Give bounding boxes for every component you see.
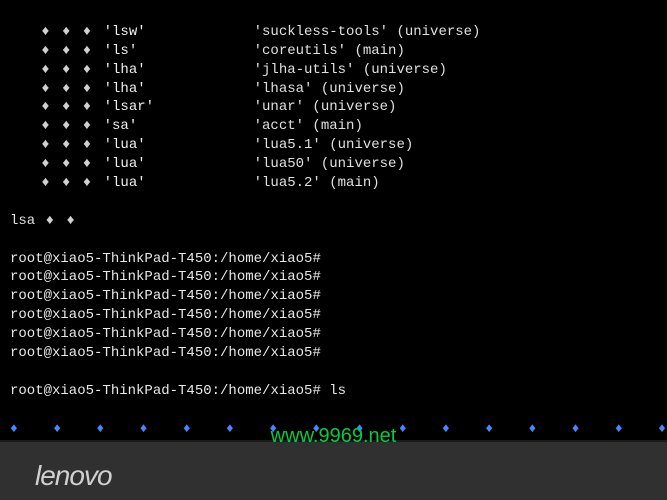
diamond-icon: ♦ ♦ ♦: [10, 174, 104, 193]
suggestion-pkg: 'lua5.2' (main): [254, 174, 380, 193]
suggestion-row: ♦ ♦ ♦ 'lsw''suckless-tools' (universe): [10, 23, 657, 42]
prompt-line: root@xiao5-ThinkPad-T450:/home/xiao5#: [10, 250, 657, 269]
suggestion-cmd: 'lha': [104, 61, 254, 80]
lenovo-logo: lenovo: [35, 460, 112, 492]
suggestion-row: ♦ ♦ ♦ 'lua''lua50' (universe): [10, 155, 657, 174]
suggestion-cmd: 'lha': [104, 80, 254, 99]
suggestion-row: ♦ ♦ ♦ 'sa''acct' (main): [10, 117, 657, 136]
prompt-line: root@xiao5-ThinkPad-T450:/home/xiao5#: [10, 344, 657, 363]
diamond-icon: ♦ ♦ ♦: [10, 117, 104, 136]
suggestion-pkg: 'coreutils' (main): [254, 42, 405, 61]
prompt-line: root@xiao5-ThinkPad-T450:/home/xiao5#: [10, 287, 657, 306]
diamond-icon: ♦ ♦ ♦: [10, 136, 104, 155]
suggestion-row: ♦ ♦ ♦ 'lua''lua5.2' (main): [10, 174, 657, 193]
suggestion-pkg: 'lua50' (universe): [254, 155, 405, 174]
suggestion-cmd: 'lsar': [104, 98, 254, 117]
suggestion-cmd: 'sa': [104, 117, 254, 136]
diamond-icon: ♦ ♦: [35, 213, 77, 229]
prompt-line: root@xiao5-ThinkPad-T450:/home/xiao5#: [10, 306, 657, 325]
diamond-icon: ♦ ♦ ♦: [10, 23, 104, 42]
suggestion-cmd: 'lua': [104, 136, 254, 155]
suggestion-pkg: 'jlha-utils' (universe): [254, 61, 447, 80]
suggestion-row: ♦ ♦ ♦ 'lha''jlha-utils' (universe): [10, 61, 657, 80]
suggestion-pkg: 'lhasa' (universe): [254, 80, 405, 99]
suggestion-pkg: 'suckless-tools' (universe): [254, 23, 481, 42]
laptop-bezel: lenovo: [0, 440, 667, 500]
suggestion-row: ♦ ♦ ♦ 'lua''lua5.1' (universe): [10, 136, 657, 155]
suggestion-cmd: 'lsw': [104, 23, 254, 42]
terminal-screen[interactable]: ♦ ♦ ♦ 'lsw''suckless-tools' (universe) ♦…: [0, 0, 667, 440]
suggestion-cmd: 'ls': [104, 42, 254, 61]
suggestion-pkg: 'acct' (main): [254, 117, 363, 136]
diamond-icon: ♦ ♦ ♦: [10, 98, 104, 117]
suggestion-pkg: 'lua5.1' (universe): [254, 136, 414, 155]
typo-line: lsa ♦ ♦: [10, 212, 657, 231]
suggestion-list: ♦ ♦ ♦ 'lsw''suckless-tools' (universe) ♦…: [10, 23, 657, 193]
prompt-history: root@xiao5-ThinkPad-T450:/home/xiao5# ro…: [10, 250, 657, 363]
prompt-line: root@xiao5-ThinkPad-T450:/home/xiao5#: [10, 325, 657, 344]
suggestion-row: ♦ ♦ ♦ 'lha''lhasa' (universe): [10, 80, 657, 99]
suggestion-row: ♦ ♦ ♦ 'ls''coreutils' (main): [10, 42, 657, 61]
typed-command: ls: [329, 383, 346, 399]
diamond-icon: ♦ ♦ ♦: [10, 80, 104, 99]
suggestion-pkg: 'unar' (universe): [254, 98, 397, 117]
suggestion-cmd: 'lua': [104, 155, 254, 174]
suggestion-cmd: 'lua': [104, 174, 254, 193]
watermark-text: www.9969.net: [271, 425, 397, 448]
prompt-line: root@xiao5-ThinkPad-T450:/home/xiao5#: [10, 268, 657, 287]
suggestion-row: ♦ ♦ ♦ 'lsar''unar' (universe): [10, 98, 657, 117]
diamond-icon: ♦ ♦ ♦: [10, 42, 104, 61]
diamond-icon: ♦ ♦ ♦: [10, 61, 104, 80]
diamond-icon: ♦ ♦ ♦: [10, 155, 104, 174]
prompt-with-command: root@xiao5-ThinkPad-T450:/home/xiao5# ls: [10, 382, 657, 401]
